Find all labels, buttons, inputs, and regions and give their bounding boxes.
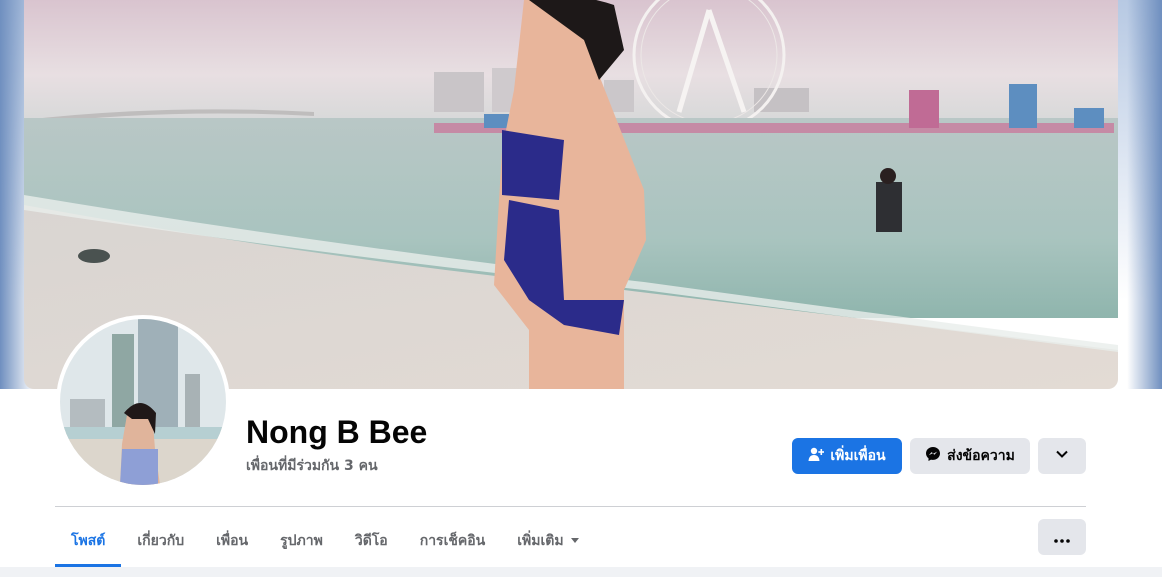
profile-name: Nong B Bee (246, 414, 428, 450)
message-label: ส่งข้อความ (947, 448, 1015, 464)
tab-more[interactable]: เพิ่มเติม (501, 515, 595, 567)
tab-videos[interactable]: วิดีโอ (339, 515, 404, 567)
tab-label: โพสต์ (71, 533, 106, 549)
profile-tabs: โพสต์ เกี่ยวกับ เพื่อน รูปภาพ วิดีโอ การ… (55, 515, 596, 567)
tab-label: รูปภาพ (280, 533, 323, 549)
tab-posts[interactable]: โพสต์ (55, 515, 122, 567)
header-divider (55, 506, 1086, 507)
add-friend-label: เพิ่มเพื่อน (830, 448, 886, 464)
mutual-friends-text[interactable]: เพื่อนที่มีร่วมกัน 3 คน (246, 455, 378, 477)
tab-photos[interactable]: รูปภาพ (264, 515, 339, 567)
messenger-icon (925, 446, 941, 466)
tab-label: เพิ่มเติม (517, 533, 564, 549)
add-person-icon (808, 446, 825, 466)
caret-down-icon (570, 533, 580, 549)
tab-label: เกี่ยวกับ (137, 533, 185, 549)
add-friend-button[interactable]: เพิ่มเพื่อน (792, 438, 902, 474)
tab-about[interactable]: เกี่ยวกับ (121, 515, 200, 567)
feed-background (0, 567, 1162, 577)
message-button[interactable]: ส่งข้อความ (910, 438, 1030, 474)
tab-label: การเช็คอิน (419, 533, 486, 549)
chevron-down-icon (1055, 447, 1069, 465)
tab-friends[interactable]: เพื่อน (200, 515, 264, 567)
more-actions-button[interactable] (1038, 438, 1086, 474)
ellipsis-icon (1054, 528, 1070, 547)
tab-label: เพื่อน (216, 533, 249, 549)
profile-avatar[interactable] (56, 315, 230, 489)
tab-checkins[interactable]: การเช็คอิน (404, 515, 502, 567)
profile-menu-button[interactable] (1038, 519, 1086, 555)
tab-label: วิดีโอ (354, 533, 388, 549)
